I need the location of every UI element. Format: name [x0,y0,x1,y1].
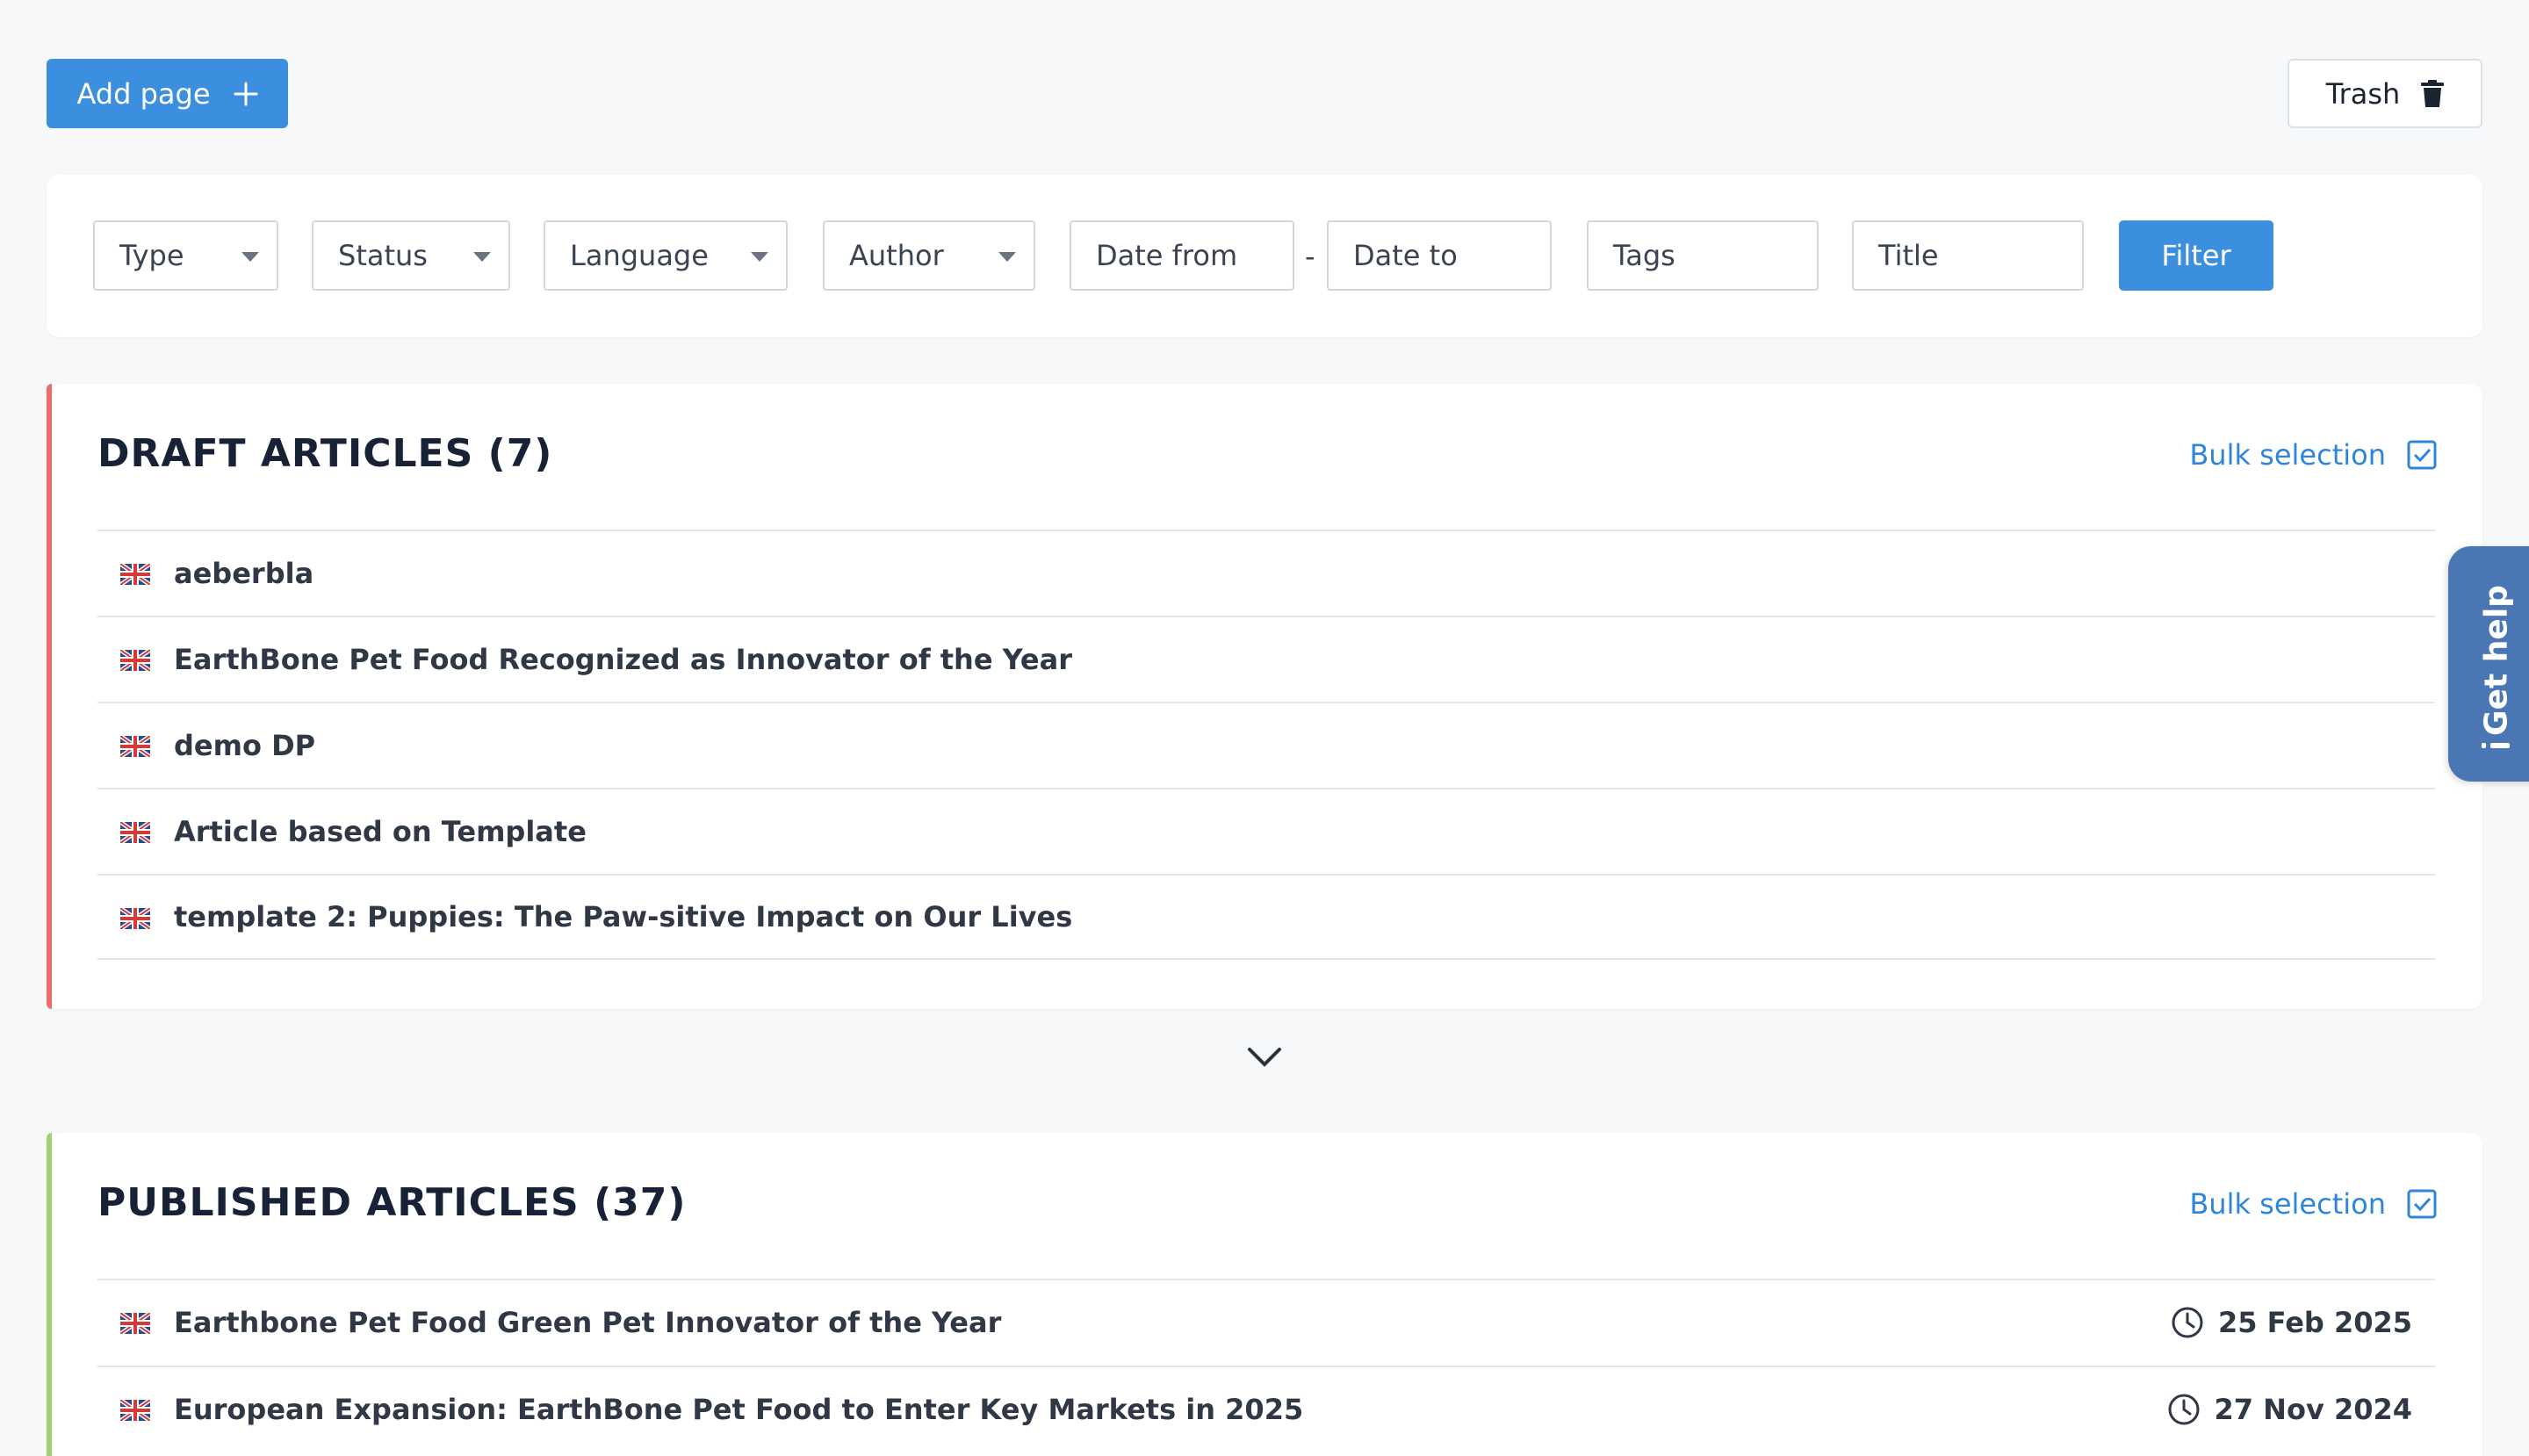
article-title[interactable]: EarthBone Pet Food Recognized as Innovat… [174,643,1072,676]
article-date: 27 Nov 2024 [2167,1393,2413,1426]
trash-icon [2421,79,2445,107]
list-item[interactable]: Article based on Template [97,788,2435,874]
uk-flag-icon [120,736,150,757]
add-page-label: Add page [76,76,211,111]
date-from-input[interactable]: Date from [1070,220,1294,291]
language-select[interactable]: Language [544,220,788,291]
bulk-selection-button[interactable]: Bulk selection [2189,1187,2437,1221]
type-select[interactable]: Type [93,220,278,291]
tags-input[interactable]: Tags [1587,220,1819,291]
article-title[interactable]: demo DP [174,729,315,762]
get-help-tab[interactable]: Get help [2448,546,2529,782]
article-title[interactable]: Article based on Template [174,815,587,848]
published-articles-section: PUBLISHED ARTICLES (37) Bulk selection E… [47,1133,2482,1456]
add-page-button[interactable]: Add page [47,59,288,128]
status-select[interactable]: Status [312,220,510,291]
section-title: DRAFT ARTICLES (7) [97,431,553,476]
language-select-label: Language [570,239,709,272]
bulk-selection-button[interactable]: Bulk selection [2189,438,2437,472]
article-date-text: 27 Nov 2024 [2214,1393,2413,1426]
article-title[interactable]: Earthbone Pet Food Green Pet Innovator o… [174,1306,1001,1339]
clock-icon [2172,1307,2203,1338]
date-to-placeholder: Date to [1353,239,1458,272]
checkbox-icon [2407,440,2437,470]
article-title[interactable]: European Expansion: EarthBone Pet Food t… [174,1393,1303,1426]
list-item[interactable]: aeberbla [97,530,2435,616]
date-separator: - [1305,240,1315,273]
chevron-down-icon [998,252,1016,262]
filter-panel: Type Status Language Author Date from - … [47,175,2482,337]
bulk-selection-label: Bulk selection [2189,1187,2386,1221]
uk-flag-icon [120,1400,150,1421]
bulk-selection-label: Bulk selection [2189,438,2386,472]
plus-icon [234,82,258,105]
title-input[interactable]: Title [1852,220,2084,291]
author-select-label: Author [849,239,944,272]
article-title[interactable]: aeberbla [174,557,313,590]
tags-placeholder: Tags [1613,239,1675,272]
date-to-input[interactable]: Date to [1327,220,1552,291]
status-select-label: Status [338,239,428,272]
chevron-down-icon [473,252,491,262]
get-help-label: Get help [2478,585,2515,736]
chevron-down-icon[interactable] [1247,1047,1282,1068]
trash-label: Trash [2325,76,2401,111]
uk-flag-icon [120,1313,150,1334]
article-date: 25 Feb 2025 [2171,1306,2412,1339]
filter-button[interactable]: Filter [2119,220,2273,291]
list-item[interactable]: template 2: Puppies: The Paw-sitive Impa… [97,874,2435,960]
list-item[interactable]: European Expansion: EarthBone Pet Food t… [97,1366,2435,1452]
type-select-label: Type [119,239,184,272]
section-accent [47,1133,52,1456]
clock-icon [2168,1394,2199,1425]
filter-button-label: Filter [2161,239,2231,272]
chevron-down-icon [751,252,768,262]
article-date-text: 25 Feb 2025 [2217,1306,2412,1339]
info-icon [2482,743,2510,748]
list-item[interactable]: Earthbone Pet Food Green Pet Innovator o… [97,1279,2435,1365]
article-title[interactable]: template 2: Puppies: The Paw-sitive Impa… [174,900,1072,933]
date-from-placeholder: Date from [1096,239,1238,272]
list-item[interactable]: EarthBone Pet Food Recognized as Innovat… [97,616,2435,702]
checkbox-icon [2407,1189,2437,1219]
uk-flag-icon [120,650,150,671]
uk-flag-icon [120,908,150,929]
section-title: PUBLISHED ARTICLES (37) [97,1180,687,1225]
uk-flag-icon [120,822,150,843]
chevron-down-icon [241,252,259,262]
section-accent [47,384,52,1009]
trash-button[interactable]: Trash [2288,59,2482,128]
list-item[interactable]: demo DP [97,702,2435,788]
author-select[interactable]: Author [823,220,1035,291]
uk-flag-icon [120,564,150,585]
title-placeholder: Title [1878,239,1939,272]
draft-articles-section: DRAFT ARTICLES (7) Bulk selection aeberb… [47,384,2482,1009]
